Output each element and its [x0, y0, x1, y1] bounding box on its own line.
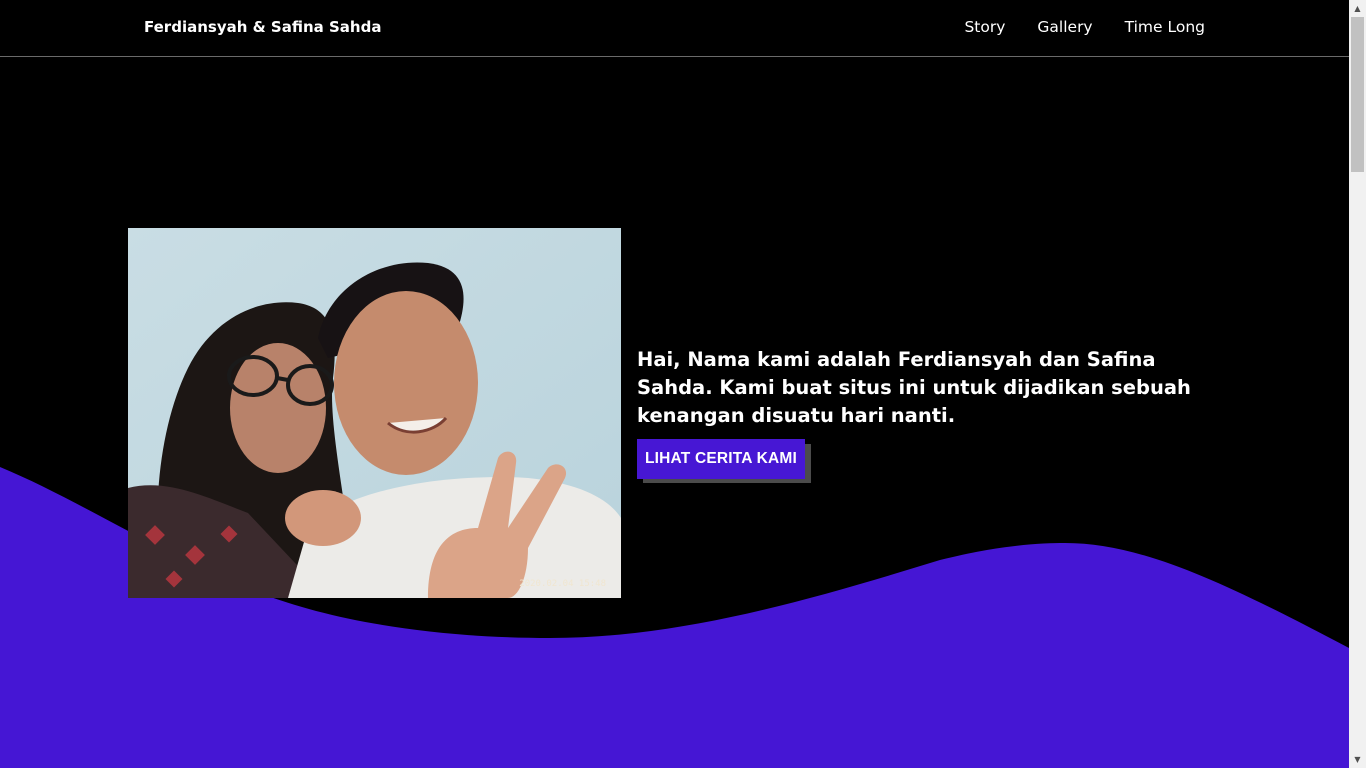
- site-brand[interactable]: Ferdiansyah & Safina Sahda: [144, 18, 381, 36]
- hero-intro-text: Hai, Nama kami adalah Ferdiansyah dan Sa…: [637, 348, 1191, 427]
- couple-photo: 2020.02.04 15:48: [128, 228, 621, 598]
- browser-viewport: Ferdiansyah & Safina Sahda Story Gallery…: [0, 0, 1366, 768]
- cta-container: LIHAT CERITA KAMI: [637, 439, 811, 483]
- nav-link-story[interactable]: Story: [964, 18, 1005, 36]
- scrollbar-thumb[interactable]: [1351, 17, 1364, 172]
- nav-links: Story Gallery Time Long: [964, 18, 1205, 36]
- nav-link-gallery[interactable]: Gallery: [1037, 18, 1092, 36]
- navbar: Ferdiansyah & Safina Sahda Story Gallery…: [0, 0, 1349, 57]
- see-our-story-button[interactable]: LIHAT CERITA KAMI: [637, 439, 805, 479]
- photo-timestamp: 2020.02.04 15:48: [519, 579, 606, 589]
- vertical-scrollbar[interactable]: ▲ ▼: [1349, 0, 1366, 768]
- triangle-down-icon[interactable]: ▼: [1349, 751, 1366, 768]
- couple-photo-illustration: 2020.02.04 15:48: [128, 228, 621, 598]
- nav-link-time-long[interactable]: Time Long: [1125, 18, 1205, 36]
- triangle-up-icon[interactable]: ▲: [1349, 0, 1366, 17]
- page: Ferdiansyah & Safina Sahda Story Gallery…: [0, 0, 1349, 768]
